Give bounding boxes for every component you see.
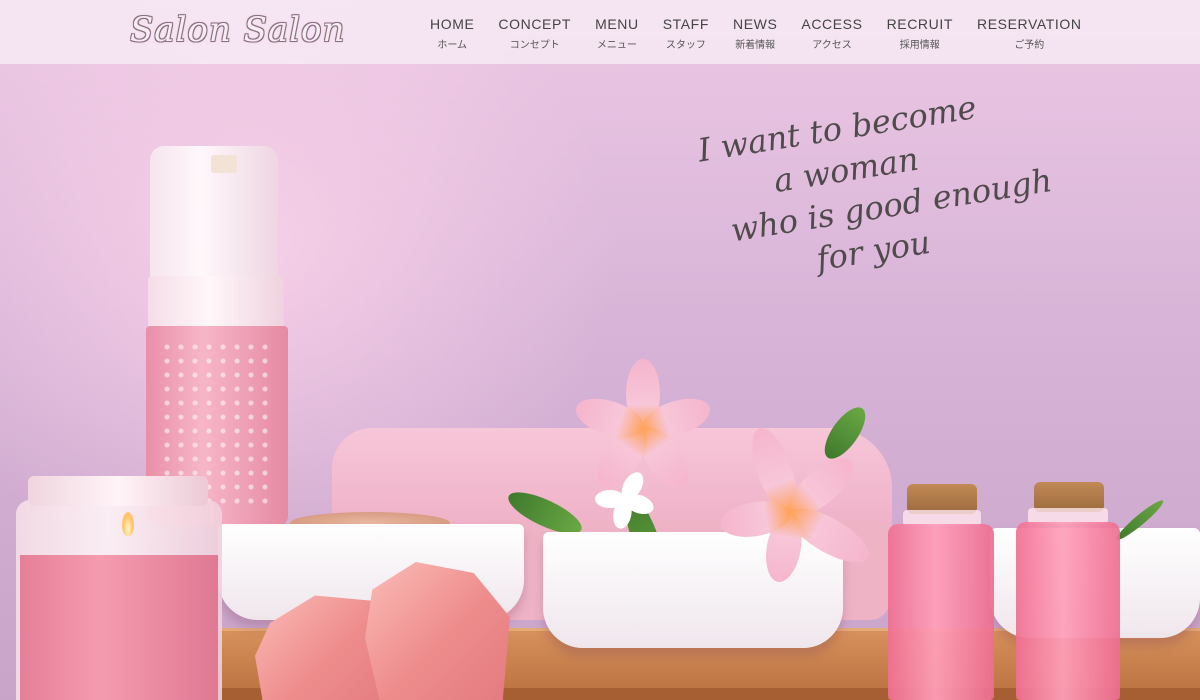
nav-item-news[interactable]: NEWS 新着情報	[721, 16, 789, 51]
nav-item-recruit[interactable]: RECRUIT 採用情報	[875, 16, 965, 51]
nav-sublabel: メニュー	[596, 40, 637, 51]
bottle-collar	[148, 276, 284, 328]
pink-vial	[1016, 522, 1120, 700]
main-nav: HOME ホーム CONCEPT コンセプト MENU メニュー STAFF ス…	[418, 16, 1094, 51]
nav-sublabel: コンセプト	[509, 40, 560, 51]
nav-item-access[interactable]: ACCESS アクセス	[789, 16, 874, 51]
nav-sublabel: 採用情報	[899, 40, 940, 51]
nav-item-home[interactable]: HOME ホーム	[418, 16, 486, 51]
nav-sublabel: スタッフ	[665, 40, 706, 51]
nav-label: RECRUIT	[886, 16, 953, 32]
nav-label: CONCEPT	[498, 16, 572, 32]
candle-wax	[20, 555, 218, 700]
nav-item-concept[interactable]: CONCEPT コンセプト	[486, 16, 583, 51]
nav-sublabel: アクセス	[812, 40, 852, 51]
nav-label: NEWS	[732, 16, 778, 32]
nav-sublabel: ご予約	[1014, 40, 1045, 51]
nav-label: ACCESS	[801, 16, 863, 32]
site-header: Salon Salon HOME ホーム CONCEPT コンセプト MENU …	[0, 0, 1200, 64]
nav-sublabel: ホーム	[437, 40, 468, 51]
nav-label: RESERVATION	[977, 16, 1082, 32]
site-logo[interactable]: Salon Salon	[130, 10, 345, 50]
nav-label: STAFF	[662, 16, 709, 32]
nav-label: MENU	[595, 16, 639, 32]
candle-flame	[122, 512, 134, 536]
nav-item-reservation[interactable]: RESERVATION ご予約	[965, 16, 1094, 51]
nav-label: HOME	[430, 16, 475, 32]
nav-sublabel: 新着情報	[735, 40, 776, 51]
candle-jar-rim	[28, 476, 208, 506]
nav-item-staff[interactable]: STAFF スタッフ	[651, 16, 721, 51]
pink-vial	[888, 524, 994, 700]
bottle-nozzle	[211, 155, 237, 173]
nav-item-menu[interactable]: MENU メニュー	[583, 16, 651, 51]
